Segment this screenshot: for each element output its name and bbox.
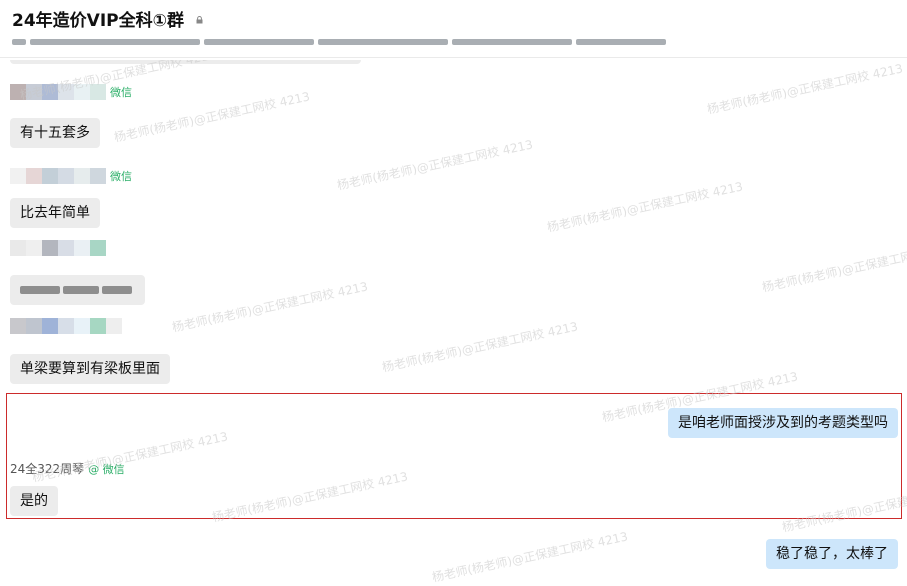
wechat-tag: 微信 (110, 170, 132, 183)
message-bubble[interactable]: 比去年简单 (10, 198, 100, 228)
message-bubble[interactable]: 有十五套多 (10, 118, 100, 148)
watermark: 杨老师(杨老师)@正保建工网校 4213 (380, 319, 580, 375)
wechat-tag: 微信 (110, 86, 132, 99)
sender-row (10, 318, 122, 334)
sender-row: 微信 (10, 84, 132, 100)
group-title-text: 24年造价VIP全科①群 (12, 11, 184, 31)
group-subtitle-obscured (12, 35, 666, 49)
watermark: 杨老师(杨老师)@正保建工网校 4213 (705, 61, 905, 117)
watermark: 杨老师(杨老师)@正保建工网校 4213 (545, 179, 745, 235)
message-bubble[interactable]: 单梁要算到有梁板里面 (10, 354, 170, 384)
watermark: 杨老师(杨老师)@正保建工网校 4213 (112, 89, 312, 145)
watermark: 杨老师(杨老师)@正保建工网校 4213 (335, 137, 535, 193)
watermark: 杨老师(杨老师)@正保建工网校 4213 (430, 529, 630, 585)
sender-name-obscured (10, 168, 106, 184)
group-title[interactable]: 24年造价VIP全科①群 (12, 6, 203, 31)
chat-header: 24年造价VIP全科①群 (0, 0, 907, 60)
message-bubble-obscured[interactable] (10, 275, 145, 305)
obscured-text (20, 275, 135, 305)
lock-icon (196, 16, 203, 24)
message-list[interactable]: 微信 有十五套多 微信 比去年简单 单梁要算到有梁板里面 是咱老师面授涉及到的考… (0, 42, 907, 585)
sender-row: 微信 (10, 168, 132, 184)
sender-name-obscured (10, 318, 122, 334)
highlight-box (6, 393, 902, 519)
sender-row (10, 240, 106, 256)
watermark: 杨老师(杨老师)@正保建工网校 4213 (170, 279, 370, 335)
header-divider (0, 57, 907, 58)
my-message-bubble[interactable]: 稳了稳了，太棒了 (766, 539, 898, 569)
watermark: 杨老师(杨老师)@正保建工网校 4213 (760, 239, 907, 295)
sender-name-obscured (10, 240, 106, 256)
sender-name-obscured (10, 84, 106, 100)
